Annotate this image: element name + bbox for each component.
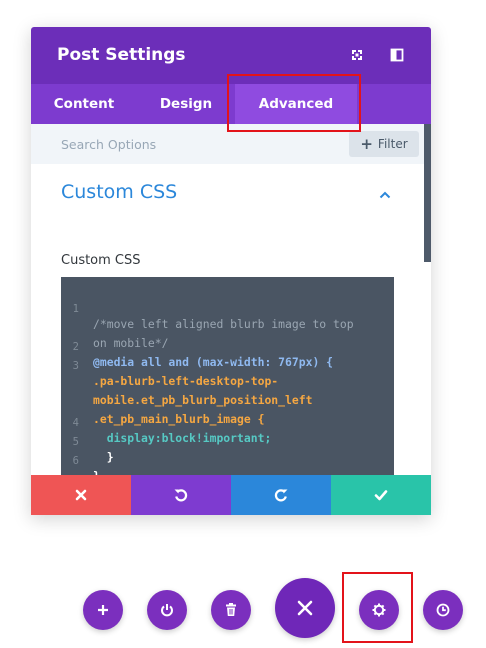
gear-icon — [372, 603, 386, 617]
css-code-editor[interactable]: 1 /*move left aligned blurb image to top… — [61, 277, 394, 475]
undo-button[interactable] — [131, 475, 231, 515]
discard-button[interactable] — [31, 475, 131, 515]
filter-button[interactable]: + Filter — [349, 131, 419, 157]
close-icon — [75, 489, 87, 501]
chevron-up-icon[interactable] — [379, 188, 391, 200]
modal-title: Post Settings — [57, 45, 186, 65]
clear-layout-button[interactable] — [211, 590, 251, 630]
add-button[interactable] — [83, 590, 123, 630]
search-input[interactable] — [31, 124, 341, 164]
field-label: Custom CSS — [61, 253, 141, 268]
section-title-custom-css[interactable]: Custom CSS — [61, 181, 177, 203]
power-icon — [161, 604, 173, 617]
filter-label: Filter — [377, 137, 408, 151]
tab-design[interactable]: Design — [137, 84, 235, 124]
scrollbar[interactable] — [424, 124, 431, 262]
close-toolbar-button[interactable] — [275, 578, 335, 638]
modal-header: Post Settings — [31, 27, 431, 84]
plus-icon — [98, 605, 108, 615]
tab-bar: Content Design Advanced — [31, 84, 431, 124]
tab-content[interactable]: Content — [31, 84, 137, 124]
redo-icon — [274, 489, 288, 502]
undo-icon — [174, 489, 188, 502]
close-icon — [297, 600, 313, 616]
modal-footer — [31, 475, 431, 515]
page-settings-button[interactable] — [359, 590, 399, 630]
trash-icon — [226, 603, 236, 616]
settings-content: Custom CSS Custom CSS 1 /*move left alig… — [31, 164, 424, 475]
search-row: + Filter — [31, 124, 424, 164]
tab-advanced[interactable]: Advanced — [235, 84, 357, 124]
code-line: 7 — [61, 460, 116, 475]
redo-button[interactable] — [231, 475, 331, 515]
fullscreen-icon[interactable] — [349, 47, 365, 63]
check-icon — [374, 490, 388, 501]
post-settings-modal: Post Settings Content Design Advanced + F… — [31, 27, 431, 515]
clock-icon — [436, 603, 450, 617]
history-button[interactable] — [423, 590, 463, 630]
plus-icon: + — [360, 135, 373, 153]
save-button[interactable] — [331, 475, 431, 515]
snap-sidebar-icon[interactable] — [389, 47, 405, 63]
portability-button[interactable] — [147, 590, 187, 630]
